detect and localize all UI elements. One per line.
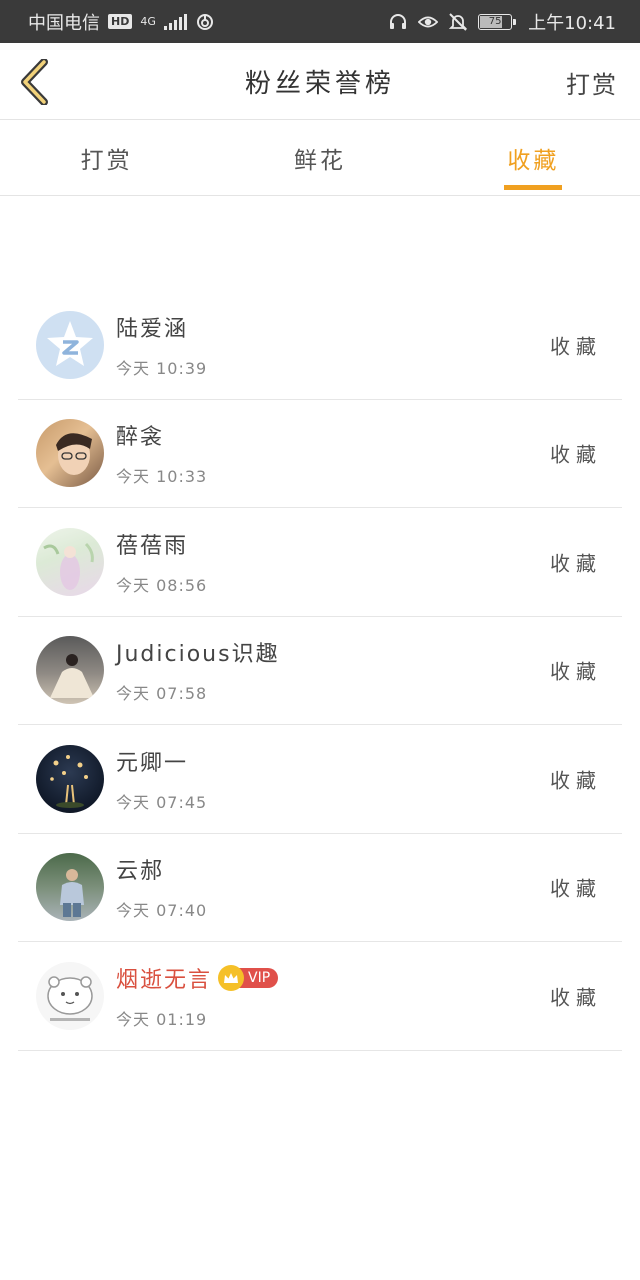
avatar[interactable] bbox=[36, 419, 104, 488]
fan-name: 云郝 bbox=[116, 859, 165, 885]
gift-type: 收藏 bbox=[550, 659, 602, 684]
avatar-photo bbox=[50, 654, 94, 699]
tab-label: 打赏 bbox=[80, 148, 133, 174]
list-item[interactable]: 蓓蓓雨 今天 08:56 收藏 bbox=[18, 508, 622, 617]
list-item[interactable]: Judicious识趣 今天 07:58 收藏 bbox=[18, 617, 622, 725]
active-tab-indicator bbox=[504, 185, 563, 190]
fan-time: 今天 08:56 bbox=[116, 575, 208, 595]
fan-name-text: 烟逝无言 bbox=[116, 967, 213, 993]
gift-type: 收藏 bbox=[550, 551, 602, 576]
tab-label: 收藏 bbox=[507, 148, 560, 174]
list-item[interactable]: 云郝 今天 07:40 收藏 bbox=[18, 834, 622, 942]
qzone-star-icon bbox=[47, 320, 93, 366]
fan-name: 陆爱涵 bbox=[116, 316, 189, 342]
header-bar: 粉丝荣誉榜 打赏 bbox=[0, 43, 640, 120]
status-bar: 中国电信 HD 4G 75 上午10:41 bbox=[0, 0, 640, 43]
sync-icon bbox=[195, 12, 215, 32]
gift-type: 收藏 bbox=[550, 442, 602, 467]
battery-icon: 75 bbox=[478, 13, 517, 30]
tab-label: 鲜花 bbox=[293, 148, 346, 174]
signal-icon bbox=[163, 13, 187, 30]
network-label: 4G bbox=[140, 15, 156, 28]
tab-flowers[interactable]: 鲜花 bbox=[213, 121, 426, 195]
list-item[interactable]: 醉衾 今天 10:33 收藏 bbox=[18, 400, 622, 508]
vip-badge: VIP bbox=[218, 964, 279, 991]
fan-time: 今天 10:39 bbox=[116, 358, 208, 378]
back-button[interactable] bbox=[14, 57, 54, 107]
list-item[interactable]: 烟逝无言 VIP 今天 01:19 收藏 bbox=[18, 942, 622, 1051]
fan-name: 烟逝无言 VIP bbox=[116, 962, 279, 994]
gift-type: 收藏 bbox=[550, 334, 602, 359]
fan-time: 今天 10:33 bbox=[116, 467, 208, 487]
avatar-lanterns bbox=[50, 754, 88, 808]
avatar-illustration bbox=[43, 542, 94, 590]
avatar[interactable] bbox=[36, 853, 104, 922]
tab-reward[interactable]: 打赏 bbox=[0, 121, 213, 195]
fan-name: Judicious识趣 bbox=[116, 642, 280, 668]
tab-favorites[interactable]: 收藏 bbox=[427, 121, 640, 195]
eye-icon bbox=[418, 12, 439, 32]
headphones-icon bbox=[388, 12, 408, 32]
fan-time: 今天 01:19 bbox=[116, 1009, 208, 1029]
battery-level: 75 bbox=[488, 16, 502, 27]
gift-type: 收藏 bbox=[550, 876, 602, 901]
hamster-sticker-icon bbox=[47, 976, 93, 1021]
avatar-portrait bbox=[56, 433, 92, 476]
reward-button[interactable]: 打赏 bbox=[566, 65, 618, 100]
fan-name: 元卿一 bbox=[116, 750, 189, 776]
clock: 上午10:41 bbox=[528, 12, 616, 34]
avatar[interactable] bbox=[36, 961, 104, 1030]
crown-icon bbox=[218, 964, 245, 991]
mute-bell-icon bbox=[448, 12, 468, 32]
avatar[interactable] bbox=[36, 636, 104, 705]
gift-type: 收藏 bbox=[550, 768, 602, 793]
carrier-label: 中国电信 bbox=[28, 12, 100, 34]
avatar[interactable] bbox=[36, 744, 104, 813]
fan-name: 蓓蓓雨 bbox=[116, 533, 189, 559]
fan-name: 醉衾 bbox=[116, 425, 165, 451]
list-item[interactable]: 陆爱涵 今天 10:39 收藏 bbox=[18, 291, 622, 400]
fan-time: 今天 07:58 bbox=[116, 684, 208, 704]
avatar[interactable] bbox=[36, 527, 104, 596]
fan-time: 今天 07:40 bbox=[116, 901, 208, 921]
chevron-left-icon bbox=[21, 59, 48, 105]
list-item[interactable]: 元卿一 今天 07:45 收藏 bbox=[18, 725, 622, 834]
avatar-photo bbox=[60, 869, 84, 918]
avatar[interactable] bbox=[36, 310, 104, 379]
tab-bar: 打赏 鲜花 收藏 bbox=[0, 121, 640, 196]
gift-type: 收藏 bbox=[550, 985, 602, 1010]
fan-list: 陆爱涵 今天 10:39 收藏 醉衾 今天 10:33 收藏 蓓蓓雨 今天 08… bbox=[18, 291, 622, 1051]
page-title: 粉丝荣誉榜 bbox=[244, 68, 395, 99]
fan-time: 今天 07:45 bbox=[116, 792, 208, 812]
hd-badge: HD bbox=[108, 14, 133, 29]
